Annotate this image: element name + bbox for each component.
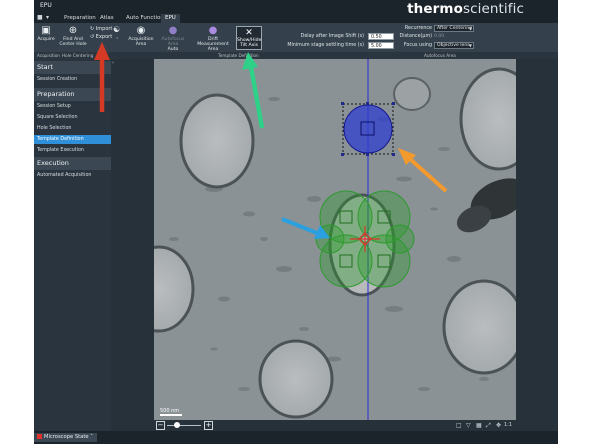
scale-bar xyxy=(160,414,182,416)
sidebar-item-session-creation[interactable]: Session Creation xyxy=(34,75,111,84)
find-center-label-2: Center Hole xyxy=(59,42,87,47)
delay-after-image-shift-input[interactable]: 0.50 xyxy=(368,33,394,40)
recurrence-label: Recurrence xyxy=(404,26,432,31)
recurrence-select[interactable]: After Centering ▼ xyxy=(434,25,474,32)
move-icon[interactable]: ✥ xyxy=(496,422,501,429)
camera-icon: ▣ xyxy=(41,25,51,36)
workflow-sidebar: Start Session Creation Preparation Sessi… xyxy=(34,59,111,431)
sidebar-item-template-execution[interactable]: Template Execution xyxy=(34,146,111,155)
tab-atlas[interactable]: Atlas xyxy=(96,14,118,23)
group-label-acquisition: Acquisition xyxy=(37,53,60,58)
zoom-in-button[interactable]: + xyxy=(204,421,213,430)
export-label: Export xyxy=(95,34,113,40)
distance-label: Distance(µm) xyxy=(399,34,432,39)
tab-preparation[interactable]: Preparation xyxy=(60,14,100,23)
zoom-slider[interactable] xyxy=(167,425,201,426)
recurrence-value: After Centering xyxy=(437,26,473,31)
microscope-state-indicator xyxy=(37,434,42,439)
drift-label-2: Measurement Area xyxy=(197,42,229,52)
find-and-center-hole-button[interactable]: ⊕ Find And Center Hole xyxy=(58,25,88,47)
tilt-axis-icon: ✕ xyxy=(245,28,253,38)
section-preparation[interactable]: Preparation xyxy=(34,88,111,101)
tab-epu[interactable]: EPU xyxy=(161,14,180,23)
export-icon: ↺ xyxy=(90,34,95,40)
acquire-button[interactable]: ▣ Acquire xyxy=(36,25,56,42)
microscope-state-button[interactable]: Microscope State ˄ xyxy=(34,433,97,442)
show-hide-tilt-axis-button[interactable]: ✕ Show/Hide Tilt Axis xyxy=(236,26,262,50)
app-title: EPU xyxy=(40,2,52,9)
section-start[interactable]: Start xyxy=(34,61,111,74)
focus-using-label: Focus using xyxy=(403,43,432,48)
collapse-sidebar-icon[interactable]: ‹ xyxy=(112,60,114,66)
import-label: Import xyxy=(95,26,113,32)
stage-settling-time-label: Minimum stage settling time (s) xyxy=(287,43,364,48)
chevron-down-icon: ▼ xyxy=(468,26,472,31)
acq-area-label-2: Area xyxy=(135,42,147,47)
import-button[interactable]: ↻ Import xyxy=(90,26,112,32)
template-image-viewport[interactable]: 500 nm xyxy=(154,59,516,420)
filter-icon[interactable]: ▽ xyxy=(466,422,471,429)
focus-using-select[interactable]: Objective lens ▼ xyxy=(434,42,474,49)
grid-icon[interactable]: ▦ xyxy=(476,422,482,429)
autofocus-label-1: Autofocus Area xyxy=(161,37,185,47)
sidebar-item-hole-selection[interactable]: Hole Selection xyxy=(34,124,111,133)
acquisition-area[interactable] xyxy=(385,224,415,254)
sidebar-item-session-setup[interactable]: Session Setup xyxy=(34,102,111,111)
delay-after-image-shift-label: Delay after Image Shift (s) xyxy=(300,34,364,39)
group-label-hole-centering: Hole Centering xyxy=(62,53,94,58)
fit-icon[interactable]: □ xyxy=(456,422,462,429)
sidebar-item-square-selection[interactable]: Square Selection xyxy=(34,113,111,122)
title-bar: EPU thermoscientific xyxy=(34,0,558,16)
group-label-template-definition: Template Definition xyxy=(218,53,259,58)
autofocus-icon: ● xyxy=(168,25,178,36)
focus-using-value: Objective lens xyxy=(437,43,470,48)
distance-value: 0.00 xyxy=(434,34,445,39)
status-bar: Microscope State ˄ xyxy=(34,431,558,444)
drift-measurement-area-button[interactable]: ● Drift Measurement Area xyxy=(192,25,234,52)
section-execution[interactable]: Execution xyxy=(34,157,111,170)
expand-icon[interactable]: ⤢ xyxy=(486,422,491,429)
import-icon: ↻ xyxy=(90,26,95,32)
chevron-down-icon: ▼ xyxy=(468,43,472,48)
find-center-icon: ⊕ xyxy=(68,25,78,36)
autofocus-area-button[interactable]: ● Autofocus Area Auto xyxy=(156,25,190,52)
zoom-out-button[interactable]: − xyxy=(156,421,165,430)
quick-access-icon[interactable]: ■ xyxy=(37,14,43,22)
chevron-up-icon: ˄ xyxy=(90,434,93,440)
acquire-label: Acquire xyxy=(37,37,55,42)
stage-settling-time-input[interactable]: 5.00 xyxy=(368,42,394,49)
menu-tab-row: ■ ▾ Preparation Atlas Auto Functions EPU xyxy=(34,13,558,23)
export-button[interactable]: ↺ Export xyxy=(90,34,112,40)
acquisition-area-button[interactable]: ◉ Acquisition Area xyxy=(128,25,154,47)
micrograph-canvas[interactable] xyxy=(154,59,516,420)
group-label-autofocus-area: Autofocus Area xyxy=(424,53,456,58)
one-to-one-button[interactable]: 1:1 xyxy=(504,422,512,429)
chevron-down-icon[interactable]: ˇ xyxy=(116,38,119,44)
drift-icon: ● xyxy=(208,25,218,36)
template-options-icon[interactable]: ☯ xyxy=(113,26,120,34)
zoom-slider-handle[interactable] xyxy=(174,422,180,428)
showhide-label-2: Tilt Axis xyxy=(239,43,258,48)
zoom-toolbar: − + □ ▽ ▦ ⤢ ✥ 1:1 xyxy=(154,420,516,431)
sidebar-item-template-definition[interactable]: Template Definition xyxy=(34,135,111,144)
ribbon-group-labels: Acquisition Hole Centering Template Defi… xyxy=(34,52,558,59)
acquisition-area-icon: ◉ xyxy=(136,25,146,36)
dropdown-icon[interactable]: ▾ xyxy=(46,14,49,22)
microscope-state-label: Microscope State xyxy=(44,434,89,440)
sidebar-item-automated-acquisition[interactable]: Automated Acquisition xyxy=(34,171,111,180)
